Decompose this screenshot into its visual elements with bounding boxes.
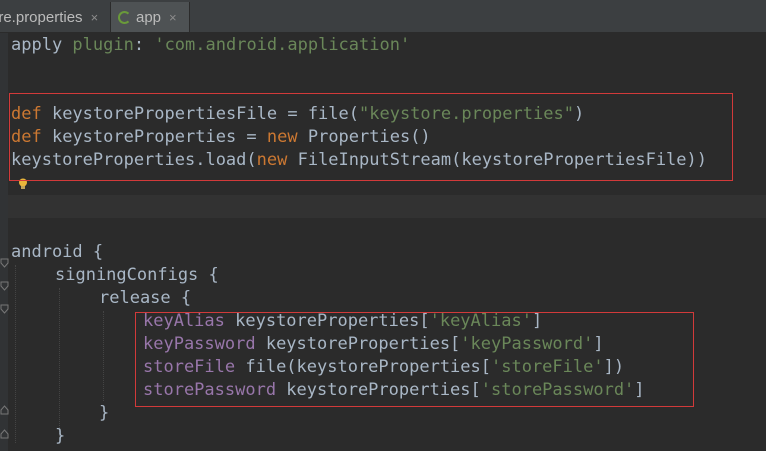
indent-guide	[103, 311, 104, 401]
fold-icon[interactable]	[0, 429, 9, 439]
tab-label: ore.properties	[0, 8, 83, 26]
highlight-box	[135, 312, 694, 407]
code-line: release {	[99, 288, 192, 308]
code-token: 'com.android.application'	[154, 35, 411, 55]
fold-icon[interactable]	[0, 258, 9, 268]
gutter	[0, 33, 8, 451]
code-token: apply	[11, 35, 73, 55]
fold-icon[interactable]	[0, 405, 9, 415]
highlight-box	[9, 93, 733, 181]
close-icon[interactable]: ×	[91, 10, 99, 25]
tab-app[interactable]: app ×	[110, 2, 190, 32]
gradle-file-icon	[118, 10, 131, 24]
code-line: android {	[11, 242, 104, 262]
code-line: }	[99, 403, 110, 423]
caret-line-highlight	[0, 195, 766, 218]
code-line: }	[55, 426, 66, 446]
code-token: :	[133, 35, 155, 55]
editor-tab-bar: ore.properties × app ×	[0, 0, 766, 33]
fold-icon[interactable]	[0, 281, 9, 291]
indent-guide	[15, 265, 16, 443]
tab-label: app	[136, 8, 162, 26]
code-token: plugin	[72, 35, 134, 55]
code-editor[interactable]: apply plugin: 'com.android.application' …	[0, 33, 766, 451]
code-line: signingConfigs {	[55, 265, 219, 285]
indent-guide	[59, 288, 60, 436]
fold-icon[interactable]	[0, 304, 9, 314]
tab-keystore-properties[interactable]: ore.properties ×	[0, 2, 108, 32]
code-line: apply plugin: 'com.android.application'	[11, 34, 410, 57]
close-icon[interactable]: ×	[169, 10, 177, 25]
